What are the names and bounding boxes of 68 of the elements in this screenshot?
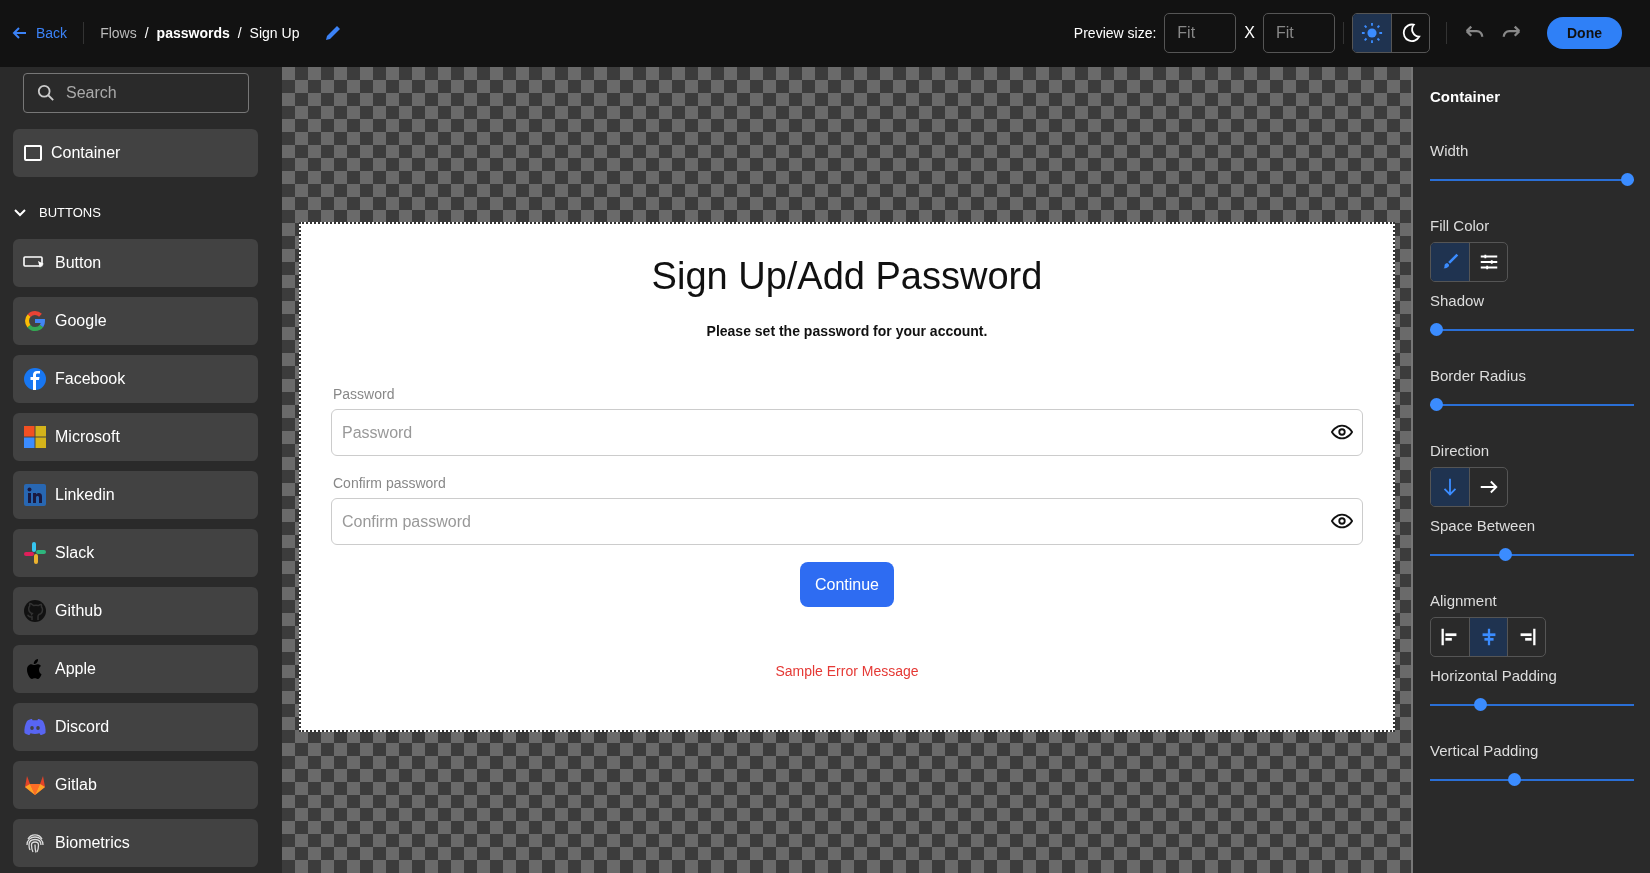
sidebar-item[interactable]: Facebook [13,354,258,403]
control-label: Shadow [1430,291,1485,312]
slider[interactable] [1430,322,1634,336]
slider-thumb[interactable] [1473,697,1487,711]
sidebar-item[interactable]: Container [13,128,258,177]
control-label: Fill Color [1430,216,1490,237]
slider-thumb[interactable] [1430,397,1443,411]
panel-title: Container [1430,86,1500,107]
sun-icon [1361,22,1383,45]
light-theme-button[interactable] [1353,14,1391,53]
sidebar-item[interactable]: Discord [13,702,258,751]
slider[interactable] [1430,172,1634,186]
form-subtitle: Please set the password for your account. [706,322,988,342]
sidebar-item[interactable]: Biometrics [13,818,258,867]
width-field[interactable]: Fit [1164,13,1237,54]
password-field[interactable]: Confirm password [331,498,1363,546]
slider-thumb[interactable] [1498,547,1512,561]
slider-thumb[interactable] [1430,322,1443,336]
sidebar-item[interactable]: Gitlab [13,760,258,809]
search-icon [37,83,55,102]
github-logo-icon [23,598,47,623]
control-label: Width [1430,141,1469,162]
sidebar-item[interactable]: Linkedin [13,470,258,519]
sidebar-item[interactable]: Slack [13,528,258,577]
error-message: Sample Error Message [775,662,919,682]
square-icon [23,142,43,163]
breadcrumb-item: Sign Up [249,23,300,43]
breadcrumb-separator: / [144,23,149,43]
slider[interactable] [1430,697,1634,711]
field-label: Password [333,386,395,403]
breadcrumb-item: passwords [156,23,230,43]
toggle-button[interactable] [1431,242,1469,281]
slack-logo-icon [23,540,47,565]
control-label: Alignment [1430,591,1497,612]
control-label: Border Radius [1430,366,1526,387]
facebook-logo-icon [23,366,47,391]
breadcrumb-link[interactable]: Flows [100,22,137,44]
control-label: Vertical Padding [1430,741,1539,762]
slider[interactable] [1430,772,1634,786]
sidebar-item[interactable]: Apple [13,644,258,693]
toggle-button[interactable] [1431,467,1469,506]
field-label: Confirm password [333,475,446,492]
sidebar-item[interactable]: Microsoft [13,412,258,461]
google-logo-icon [23,308,47,333]
back-link[interactable]: Back [12,22,68,44]
control-label: Horizontal Padding [1430,666,1557,687]
height-field[interactable]: Fit [1263,13,1335,54]
slider-thumb[interactable] [1508,772,1522,786]
slider[interactable] [1430,547,1634,561]
linkedin-logo-icon [23,482,47,507]
control-label: Space Between [1430,516,1536,537]
microsoft-logo-icon [23,424,47,449]
toggle-button[interactable] [1469,617,1507,656]
done-button[interactable]: Done [1547,17,1622,50]
form-title: Sign Up/Add Password [650,253,1044,299]
dimension-separator: X [1244,23,1255,44]
password-field[interactable]: Password [331,409,1363,457]
breadcrumb-separator: / [237,23,242,43]
preview-size-label: Preview size: [1073,23,1157,43]
slider[interactable] [1430,397,1634,411]
search-field[interactable]: Search [23,72,249,113]
control-label: Direction [1430,441,1490,462]
sidebar-item[interactable]: Google [13,296,258,345]
sidebar-item[interactable]: Github [13,586,258,635]
slider-thumb[interactable] [1621,172,1634,186]
sidebar-item[interactable]: Button [13,238,258,287]
continue-button[interactable]: Continue [799,562,894,608]
section-header[interactable]: BUTTONS [13,186,101,239]
